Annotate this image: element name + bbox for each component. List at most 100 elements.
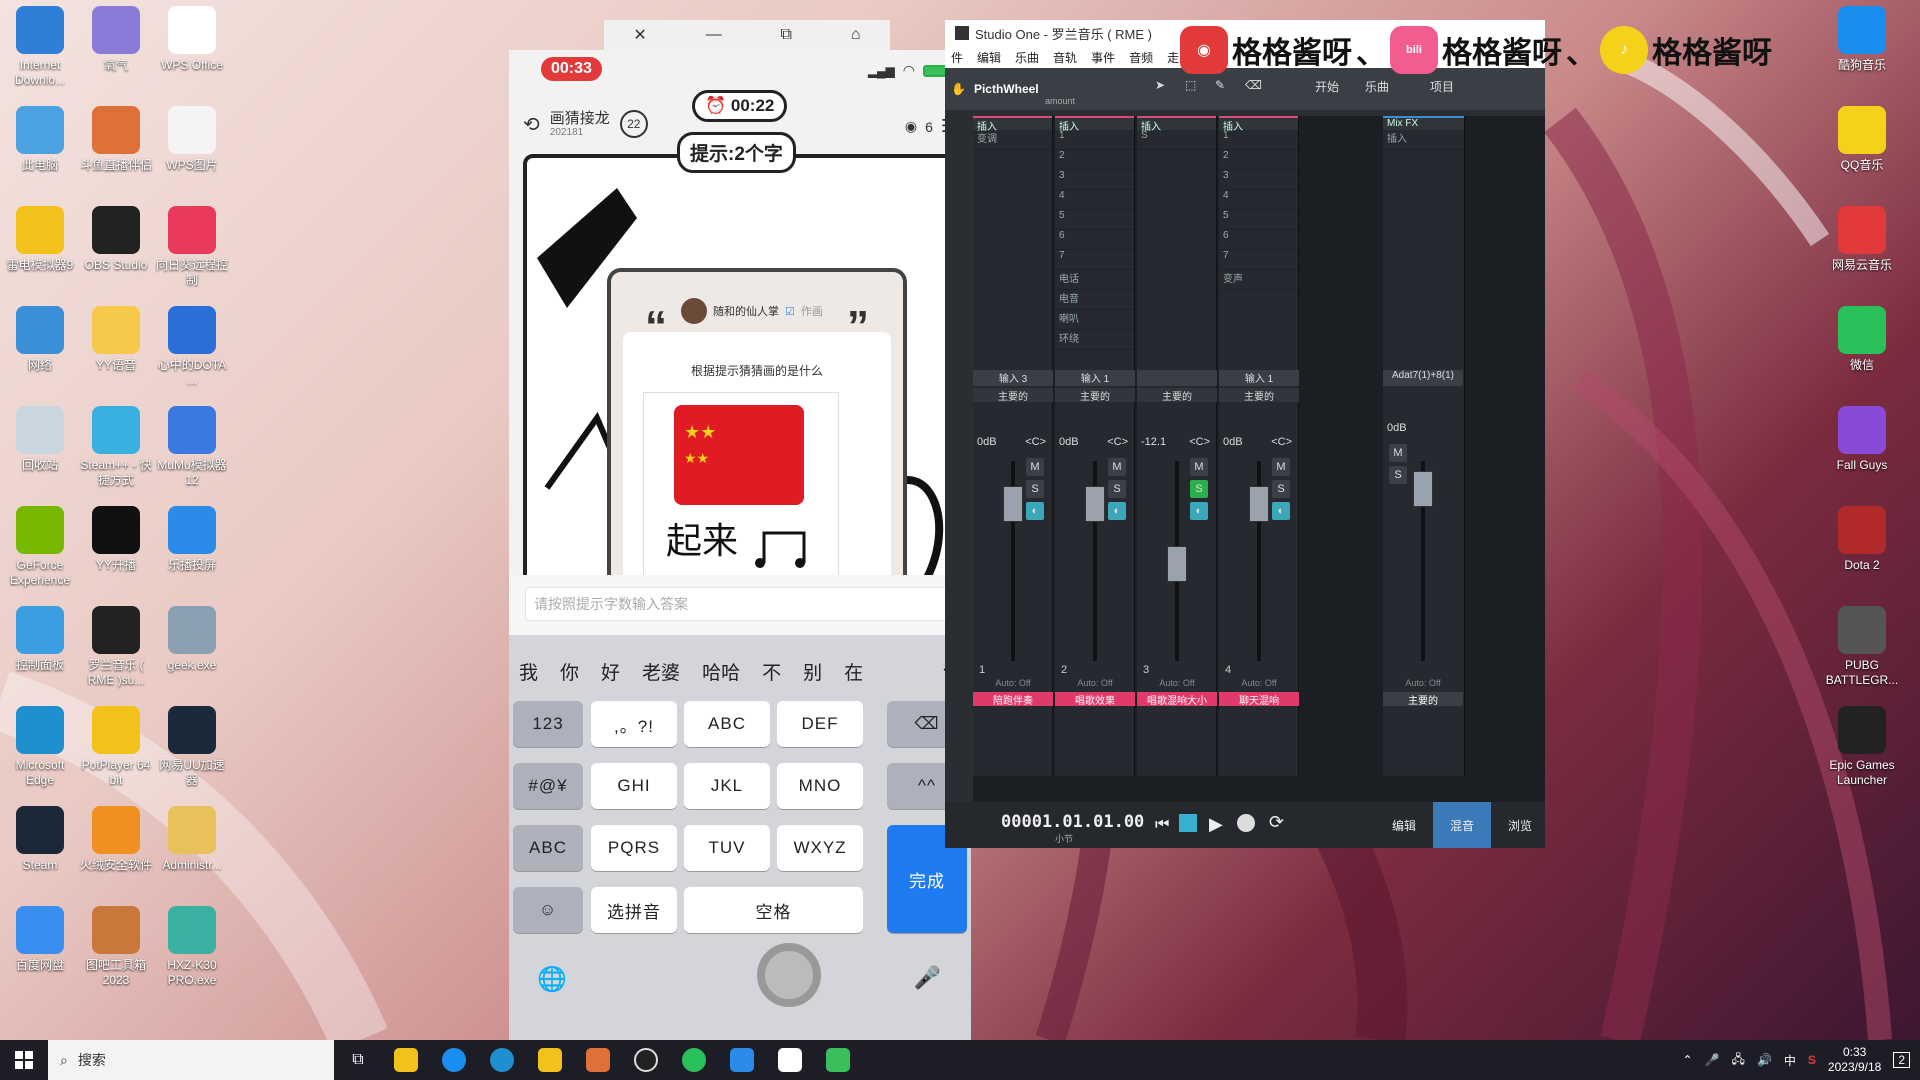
strip-bus[interactable]: 主要的 [1137, 388, 1217, 403]
desktop-icon[interactable]: 罗兰音乐 ( RME )su... [78, 606, 154, 688]
insert-slot[interactable]: 1 [1055, 130, 1134, 150]
strip-pan[interactable]: <C> [1107, 436, 1128, 448]
strip-input[interactable] [1137, 370, 1217, 386]
mute-button[interactable]: M [1389, 444, 1407, 462]
solo-button[interactable]: S [1190, 480, 1208, 498]
key-def[interactable]: DEF [777, 701, 863, 747]
loop-icon[interactable]: ⟳ [1269, 812, 1284, 833]
start-button[interactable] [0, 1040, 48, 1080]
tab-project[interactable]: 项目 [1430, 78, 1454, 95]
desktop-icon[interactable]: YY开播 [78, 506, 154, 573]
assistive-touch[interactable] [757, 943, 821, 1007]
desktop-icon[interactable]: 网易UU加速器 [154, 706, 230, 788]
candidate-word[interactable]: 我 [519, 658, 538, 685]
solo-button[interactable]: S [1026, 480, 1044, 498]
mute-button[interactable]: M [1108, 458, 1126, 476]
ime-indicator[interactable]: 中 [1784, 1052, 1796, 1069]
insert-slot[interactable]: 5 [1055, 210, 1134, 230]
desktop-icon[interactable]: geek.exe [154, 606, 230, 673]
desktop-icon[interactable]: 百度网盘 [2, 906, 78, 973]
globe-icon[interactable]: 🌐 [537, 965, 567, 994]
insert-header[interactable]: 插入 [973, 116, 1052, 133]
fader[interactable] [1003, 486, 1023, 522]
arrow-tool-icon[interactable]: ➤ [1155, 78, 1165, 92]
taskbar-studio-one[interactable] [766, 1040, 814, 1080]
key-pqrs[interactable]: PQRS [591, 825, 677, 871]
desktop-icon[interactable]: 火绒安全软件 [78, 806, 154, 873]
insert-slot[interactable]: 2 [1055, 150, 1134, 170]
candidate-word[interactable]: 你 [560, 658, 579, 685]
taskbar-wechat[interactable] [670, 1040, 718, 1080]
desktop-icon[interactable]: 网易云音乐 [1824, 206, 1900, 273]
insert-slot[interactable]: 变声 [1219, 270, 1298, 290]
desktop-icon[interactable]: YY语音 [78, 306, 154, 373]
mute-button[interactable]: M [1272, 458, 1290, 476]
rewind-icon[interactable]: ⏮ [1155, 816, 1169, 834]
clock[interactable]: 0:33 2023/9/18 [1828, 1045, 1881, 1075]
play-icon[interactable]: ▶ [1209, 814, 1223, 835]
pencil-icon[interactable]: ✎ [1215, 78, 1225, 92]
candidate-word[interactable]: 不 [762, 658, 781, 685]
insert-slot[interactable]: 喇叭 [1055, 310, 1134, 330]
rotate-icon[interactable]: ⧉ [781, 26, 792, 44]
key-jkl[interactable]: JKL [684, 763, 770, 809]
desktop-icon[interactable]: MuMu模拟器12 [154, 406, 230, 488]
answer-input[interactable]: 请按照提示字数输入答案 [525, 587, 955, 621]
stop-icon[interactable] [1179, 814, 1197, 832]
desktop-icon[interactable]: Steam [2, 806, 78, 873]
insert-slot[interactable]: 7 [1055, 250, 1134, 270]
menu-item[interactable]: 件 [951, 49, 963, 66]
emoji-key[interactable]: ☺ [513, 887, 583, 933]
fader[interactable] [1167, 546, 1187, 582]
desktop-icon[interactable]: 控制面板 [2, 606, 78, 673]
close-icon[interactable]: ✕ [633, 25, 646, 45]
desktop-icon[interactable]: PUBG BATTLEGR... [1824, 606, 1900, 688]
taskbar-potplayer[interactable] [526, 1040, 574, 1080]
view-tab[interactable]: 混音 [1433, 802, 1491, 848]
desktop-icon[interactable]: Administr... [154, 806, 230, 873]
taskbar-phone-mirror[interactable] [814, 1040, 862, 1080]
key-mno[interactable]: MNO [777, 763, 863, 809]
fader[interactable] [1085, 486, 1105, 522]
desktop-icon[interactable]: 心中的DOTA ... [154, 306, 230, 388]
taskbar-kugou[interactable] [430, 1040, 478, 1080]
taskbar-lebo[interactable] [718, 1040, 766, 1080]
insert-slot[interactable]: 2 [1219, 150, 1298, 170]
strip-input[interactable]: 输入 1 [1055, 370, 1135, 386]
desktop-icon[interactable]: Dota 2 [1824, 506, 1900, 573]
strip-bus[interactable]: 主要的 [1219, 388, 1299, 403]
sogou-icon[interactable]: S [1808, 1053, 1816, 1067]
network-icon[interactable]: 🖧 [1732, 1050, 1745, 1071]
insert-slot[interactable]: 4 [1055, 190, 1134, 210]
desktop-icon[interactable]: 网络 [2, 306, 78, 373]
desktop-icon[interactable]: Steam++ - 快捷方式 [78, 406, 154, 488]
strip-input[interactable]: 输入 1 [1219, 370, 1299, 386]
range-tool-icon[interactable]: ⬚ [1185, 78, 1196, 92]
insert-slot[interactable]: 7 [1219, 250, 1298, 270]
plugin-preset[interactable]: amount [1045, 96, 1075, 106]
desktop-icon[interactable]: QQ音乐 [1824, 106, 1900, 173]
insert-slot[interactable]: 5 [1219, 210, 1298, 230]
solo-button[interactable]: S [1108, 480, 1126, 498]
desktop-icon[interactable]: 斗鱼直播伴侣 [78, 106, 154, 173]
desktop-icon[interactable]: 图吧工具箱2023 [78, 906, 154, 988]
key-abc[interactable]: ABC [684, 701, 770, 747]
microphone-tray-icon[interactable]: 🎤 [1705, 1053, 1720, 1067]
view-tab[interactable]: 编辑 [1375, 802, 1433, 848]
key-123[interactable]: 123 [513, 701, 583, 747]
monitor-button[interactable]: ◐ [1108, 502, 1126, 520]
desktop-icon[interactable]: 此电脑 [2, 106, 78, 173]
desktop-icon[interactable]: 酷狗音乐 [1824, 6, 1900, 73]
insert-slot[interactable]: 电音 [1055, 290, 1134, 310]
desktop-icon[interactable]: WPS Office [154, 6, 230, 73]
taskbar-douyu[interactable] [574, 1040, 622, 1080]
insert-slot[interactable]: 插入 [1383, 130, 1464, 150]
desktop-icon[interactable]: Internet Downlo... [2, 6, 78, 88]
key-wxyz[interactable]: WXYZ [777, 825, 863, 871]
task-view-button[interactable]: ⧉ [334, 1040, 382, 1080]
eraser-icon[interactable]: ⌫ [1245, 78, 1262, 92]
insert-header[interactable]: 插入 [1219, 116, 1298, 133]
insert-slot[interactable]: 变调 [973, 130, 1052, 150]
desktop-icon[interactable]: 乐播投屏 [154, 506, 230, 573]
taskbar-explorer[interactable] [382, 1040, 430, 1080]
